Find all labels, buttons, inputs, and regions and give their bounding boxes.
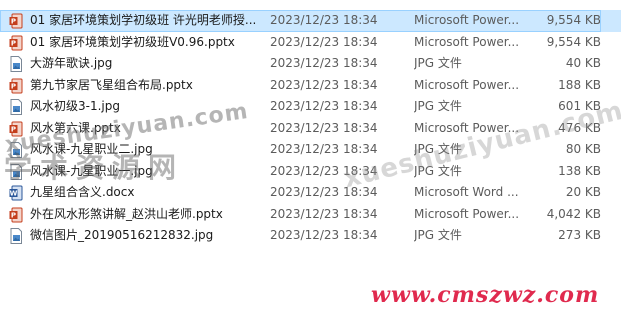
file-date-modified: 2023/12/23 18:34: [270, 228, 378, 242]
file-date-modified: 2023/12/23 18:34: [270, 99, 378, 113]
file-name: 风水初级3-1.jpg: [30, 99, 120, 113]
file-date-modified: 2023/12/23 18:34: [270, 13, 378, 27]
file-size: 9,554 KB: [546, 34, 601, 49]
jpg-icon: [9, 99, 23, 115]
file-type: Microsoft Power...: [414, 206, 520, 221]
file-date-modified: 2023/12/23 18:34: [270, 77, 378, 92]
file-type: JPG 文件: [414, 99, 462, 113]
pptx-icon: P: [9, 78, 23, 94]
svg-text:P: P: [11, 18, 16, 26]
file-size: 138 KB: [558, 163, 601, 178]
file-name: 01 家居环境策划学初级班V0.96.pptx: [30, 34, 235, 49]
file-type: JPG 文件: [414, 228, 462, 242]
file-name: 01 家居环境策划学初级班 许光明老师授...: [30, 13, 257, 27]
file-row[interactable]: P 风水第六课.pptx 2023/12/23 18:34 Microsoft Pow…: [0, 118, 621, 140]
jpg-icon: [9, 142, 23, 158]
file-size: 9,554 KB: [546, 13, 601, 27]
file-size: 40 KB: [565, 56, 601, 70]
file-name: 大游年歌诀.jpg: [30, 56, 113, 70]
file-type: Microsoft Power...: [414, 77, 520, 92]
file-date-modified: 2023/12/23 18:34: [270, 185, 378, 199]
file-date-modified: 2023/12/23 18:34: [270, 56, 378, 70]
file-row[interactable]: 风水课-九星职业二.jpg 2023/12/23 18:34 JPG 文件 80 KB: [0, 139, 621, 161]
file-row[interactable]: P 第九节家居飞星组合布局.pptx 2023/12/23 18:34 Microso…: [0, 75, 621, 97]
file-row[interactable]: 大游年歌诀.jpg 2023/12/23 18:34 JPG 文件 40 KB: [0, 53, 621, 75]
file-date-modified: 2023/12/23 18:34: [270, 34, 378, 49]
file-date-modified: 2023/12/23 18:34: [270, 142, 378, 156]
file-type: Microsoft Power...: [414, 34, 520, 49]
file-name: 第九节家居飞星组合布局.pptx: [30, 77, 193, 92]
svg-text:P: P: [11, 211, 16, 219]
file-size: 188 KB: [558, 77, 601, 92]
svg-text:P: P: [11, 39, 16, 47]
svg-text:P: P: [11, 82, 16, 90]
file-size: 273 KB: [558, 228, 601, 242]
jpg-icon: [9, 228, 23, 244]
file-row[interactable]: 风水初级3-1.jpg 2023/12/23 18:34 JPG 文件 601 KB: [0, 96, 621, 118]
file-row[interactable]: W 九星组合含义.docx 2023/12/23 18:34 Microsoft Wo…: [0, 182, 621, 204]
file-name: 外在风水形煞讲解_赵洪山老师.pptx: [30, 206, 223, 221]
file-name: 风水课-九星职业一.jpg: [30, 163, 153, 178]
file-date-modified: 2023/12/23 18:34: [270, 206, 378, 221]
file-size: 20 KB: [565, 185, 601, 199]
pptx-icon: P: [9, 35, 23, 51]
file-row[interactable]: P 外在风水形煞讲解_赵洪山老师.pptx 2023/12/23 18:34 Micr…: [0, 204, 621, 226]
file-name: 风水课-九星职业二.jpg: [30, 142, 153, 156]
file-date-modified: 2023/12/23 18:34: [270, 120, 378, 135]
pptx-icon: P: [9, 121, 23, 137]
pptx-icon: P: [9, 13, 23, 29]
file-size: 4,042 KB: [546, 206, 601, 221]
file-row[interactable]: 微信图片_20190516212832.jpg 2023/12/23 18:34 J…: [0, 225, 621, 247]
file-size: 601 KB: [558, 99, 601, 113]
file-name: 风水第六课.pptx: [30, 120, 121, 135]
file-name: 九星组合含义.docx: [30, 185, 135, 199]
docx-icon: W: [9, 185, 23, 201]
file-type: Microsoft Power...: [414, 13, 520, 27]
file-type: JPG 文件: [414, 163, 462, 178]
jpg-icon: [9, 56, 23, 72]
file-type: JPG 文件: [414, 142, 462, 156]
file-type: Microsoft Power...: [414, 120, 520, 135]
svg-text:W: W: [10, 190, 18, 198]
jpg-icon: [9, 163, 23, 180]
file-row[interactable]: P 01 家居环境策划学初级班V0.96.pptx 2023/12/23 18:34…: [0, 32, 621, 54]
file-name: 微信图片_20190516212832.jpg: [30, 228, 214, 242]
file-row[interactable]: 风水课-九星职业一.jpg 2023/12/23 18:34 JPG 文件 138 K…: [0, 161, 621, 183]
file-list: P 01 家居环境策划学初级班 许光明老师授... 2023/12/23 18:34…: [0, 10, 621, 247]
file-row[interactable]: P 01 家居环境策划学初级班 许光明老师授... 2023/12/23 18:34…: [0, 10, 621, 32]
file-size: 476 KB: [558, 120, 601, 135]
svg-text:P: P: [11, 125, 16, 133]
file-date-modified: 2023/12/23 18:34: [270, 163, 378, 178]
site-watermark: www.cmszwz.com: [371, 282, 600, 308]
file-size: 80 KB: [565, 142, 601, 156]
pptx-icon: P: [9, 207, 23, 223]
file-type: JPG 文件: [414, 56, 462, 70]
file-type: Microsoft Word ...: [414, 185, 519, 199]
